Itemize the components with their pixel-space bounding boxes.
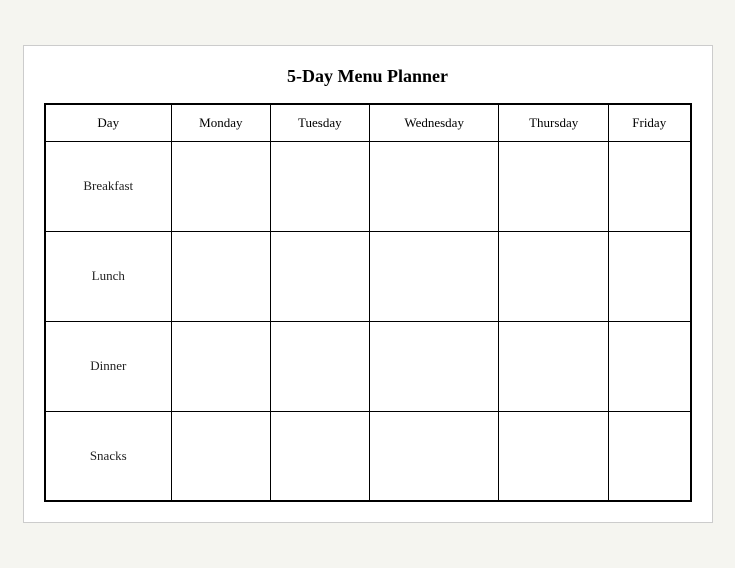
header-row: Day Monday Tuesday Wednesday Thursday Fr… bbox=[45, 104, 691, 142]
page-title: 5-Day Menu Planner bbox=[44, 66, 692, 87]
col-wednesday: Wednesday bbox=[369, 104, 498, 142]
cell-dinner-monday[interactable] bbox=[171, 321, 270, 411]
cell-dinner-friday[interactable] bbox=[608, 321, 690, 411]
table-row: Breakfast bbox=[45, 141, 691, 231]
col-monday: Monday bbox=[171, 104, 270, 142]
cell-lunch-thursday[interactable] bbox=[499, 231, 609, 321]
cell-dinner-thursday[interactable] bbox=[499, 321, 609, 411]
cell-dinner-tuesday[interactable] bbox=[270, 321, 369, 411]
cell-snacks-thursday[interactable] bbox=[499, 411, 609, 501]
cell-breakfast-monday[interactable] bbox=[171, 141, 270, 231]
col-thursday: Thursday bbox=[499, 104, 609, 142]
col-friday: Friday bbox=[608, 104, 690, 142]
cell-snacks-wednesday[interactable] bbox=[369, 411, 498, 501]
cell-lunch-wednesday[interactable] bbox=[369, 231, 498, 321]
cell-breakfast-tuesday[interactable] bbox=[270, 141, 369, 231]
col-tuesday: Tuesday bbox=[270, 104, 369, 142]
row-lunch-label: Lunch bbox=[45, 231, 172, 321]
planner-page: 5-Day Menu Planner Day Monday Tuesday We… bbox=[23, 45, 713, 524]
cell-lunch-tuesday[interactable] bbox=[270, 231, 369, 321]
cell-snacks-tuesday[interactable] bbox=[270, 411, 369, 501]
table-row: Lunch bbox=[45, 231, 691, 321]
cell-dinner-wednesday[interactable] bbox=[369, 321, 498, 411]
cell-breakfast-friday[interactable] bbox=[608, 141, 690, 231]
planner-table: Day Monday Tuesday Wednesday Thursday Fr… bbox=[44, 103, 692, 503]
col-day: Day bbox=[45, 104, 172, 142]
row-snacks-label: Snacks bbox=[45, 411, 172, 501]
cell-snacks-monday[interactable] bbox=[171, 411, 270, 501]
row-breakfast-label: Breakfast bbox=[45, 141, 172, 231]
cell-lunch-friday[interactable] bbox=[608, 231, 690, 321]
table-row: Snacks bbox=[45, 411, 691, 501]
cell-snacks-friday[interactable] bbox=[608, 411, 690, 501]
cell-lunch-monday[interactable] bbox=[171, 231, 270, 321]
cell-breakfast-wednesday[interactable] bbox=[369, 141, 498, 231]
table-row: Dinner bbox=[45, 321, 691, 411]
cell-breakfast-thursday[interactable] bbox=[499, 141, 609, 231]
row-dinner-label: Dinner bbox=[45, 321, 172, 411]
